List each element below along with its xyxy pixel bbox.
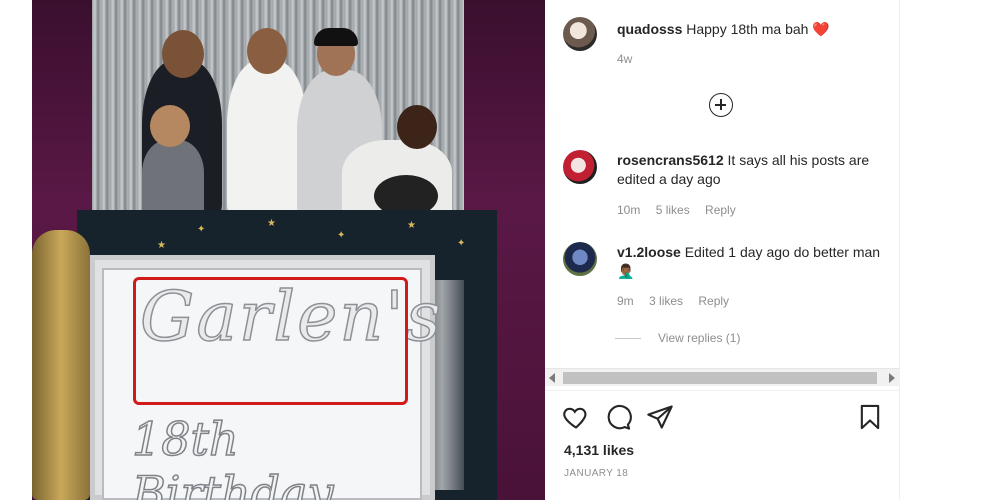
- person-head: [162, 30, 204, 78]
- child-head: [397, 105, 437, 149]
- replies-divider: [615, 338, 641, 339]
- view-replies-button[interactable]: View replies (1): [658, 331, 740, 345]
- scroll-right-arrow-icon[interactable]: [889, 373, 895, 383]
- avatar[interactable]: [563, 17, 597, 51]
- scroll-left-arrow-icon[interactable]: [549, 373, 555, 383]
- comment-meta: 10m 5 likes Reply: [617, 203, 748, 217]
- horizontal-scrollbar[interactable]: [545, 368, 900, 386]
- divider: [545, 390, 900, 391]
- comment-time[interactable]: 9m: [617, 294, 634, 308]
- comment-username[interactable]: v1.2loose: [617, 244, 681, 260]
- comment-time[interactable]: 10m: [617, 203, 640, 217]
- heart-icon[interactable]: [562, 403, 590, 431]
- instagram-post-view: ✦ ★ ✦ ★ ✦ ★ Garlen's 18th Birthday quado…: [0, 0, 1000, 500]
- facepalm-emoji: 🤦🏾‍♂️: [617, 263, 635, 279]
- reply-button[interactable]: Reply: [705, 203, 736, 217]
- scrollbar-thumb[interactable]: [563, 372, 877, 384]
- champagne-bottle: [32, 230, 90, 500]
- likes-count[interactable]: 4,131 likes: [564, 442, 634, 458]
- paper-plane-icon[interactable]: [646, 403, 674, 431]
- avatar[interactable]: [563, 242, 597, 276]
- comment-likes[interactable]: 5 likes: [656, 203, 690, 217]
- comment-meta: 9m 3 likes Reply: [617, 294, 741, 308]
- comment-text: Edited 1 day ago do better man: [684, 244, 881, 260]
- card-birthday-text: 18th Birthday: [131, 411, 334, 500]
- highlight-box: [133, 277, 408, 405]
- page-background: [900, 0, 1000, 500]
- comment-likes[interactable]: 3 likes: [649, 294, 683, 308]
- post-date[interactable]: JANUARY 18: [564, 468, 628, 479]
- avatar[interactable]: [563, 150, 597, 184]
- caption-time[interactable]: 4w: [617, 52, 632, 66]
- party-photo: [92, 0, 464, 222]
- heart-emoji: ❤️: [812, 21, 830, 37]
- caption: quadosss Happy 18th ma bah ❤️: [617, 20, 887, 39]
- person-head: [247, 28, 287, 74]
- caption-text: Happy 18th ma bah: [686, 21, 809, 37]
- plus-circle-icon[interactable]: [709, 93, 733, 117]
- caption-meta: 4w: [617, 52, 644, 66]
- comment-username[interactable]: rosencrans5612: [617, 152, 724, 168]
- person-figure: [227, 60, 307, 220]
- cap: [314, 28, 358, 46]
- comment-icon[interactable]: [604, 403, 632, 431]
- comments-panel: quadosss Happy 18th ma bah ❤️ 4w rosencr…: [545, 0, 900, 500]
- caption-username[interactable]: quadosss: [617, 21, 682, 37]
- child-head: [150, 105, 190, 147]
- reply-button[interactable]: Reply: [698, 294, 729, 308]
- comment: rosencrans5612 It says all his posts are…: [617, 151, 887, 189]
- comment: v1.2loose Edited 1 day ago do better man…: [617, 243, 887, 281]
- bookmark-icon[interactable]: [856, 403, 884, 431]
